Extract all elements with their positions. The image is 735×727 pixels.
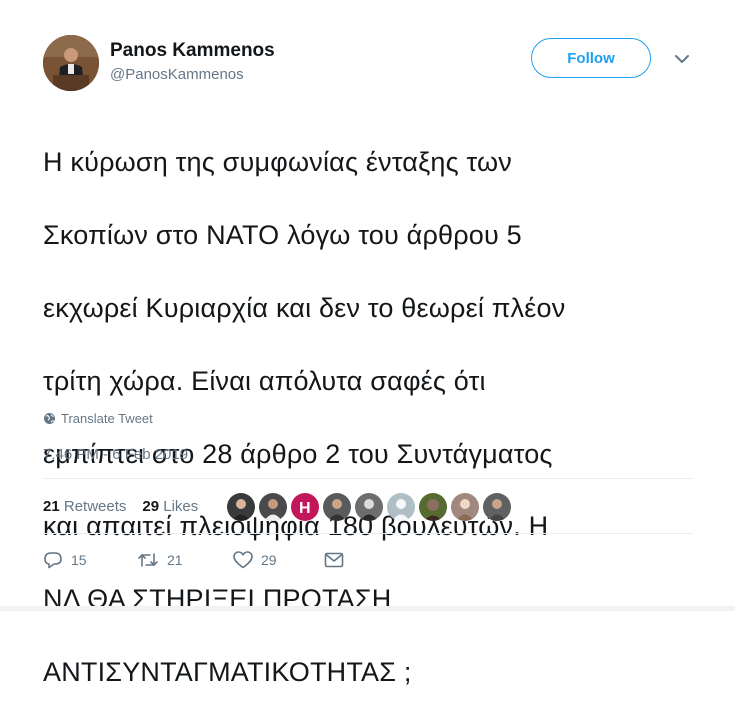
svg-text:H: H	[299, 500, 311, 517]
tweet-text-line: Η κύρωση της συμφωνίας ένταξης των	[43, 147, 512, 178]
chevron-down-icon[interactable]	[673, 52, 691, 66]
liker-avatar[interactable]	[419, 493, 447, 521]
retweet-icon	[138, 553, 158, 567]
follow-button[interactable]: Follow	[531, 38, 651, 78]
liker-avatar[interactable]	[323, 493, 351, 521]
retweets-count: 21	[43, 498, 60, 515]
retweets-stat[interactable]: 21 Retweets	[43, 498, 126, 515]
likes-stat[interactable]: 29 Likes	[142, 498, 198, 515]
translate-label: Translate Tweet	[61, 411, 153, 426]
liker-avatar[interactable]	[451, 493, 479, 521]
retweet-button[interactable]: 21	[137, 551, 233, 569]
tweet-text-line: εκχωρεί Κυριαρχία και δεν το θεωρεί πλέο…	[43, 293, 566, 324]
avatar-photo-icon	[43, 35, 99, 91]
direct-message-button[interactable]	[324, 552, 344, 568]
bottom-bar	[0, 606, 735, 611]
envelope-icon	[324, 552, 344, 568]
tweet-text-line: Σκοπίων στο ΝΑΤΟ λόγω του άρθρου 5	[43, 220, 522, 251]
tweet-stats: 21 Retweets 29 Likes	[43, 498, 198, 515]
retweet-count: 21	[167, 552, 183, 568]
timestamp[interactable]: 7:46 PM - 6 Feb 2019	[43, 446, 188, 463]
reply-count: 15	[71, 552, 87, 568]
tweet-actions: 15 21 29	[43, 551, 344, 569]
likes-count: 29	[142, 498, 160, 515]
liker-avatar[interactable]: H	[291, 493, 319, 521]
divider	[43, 478, 693, 479]
likers-avatars: H	[227, 493, 511, 521]
tweet-text-line: ΝΔ ΘΑ ΣΤΗΡΙΞΕΙ ΠΡΟΤΑΣΗ	[43, 584, 392, 615]
retweets-label: Retweets	[63, 498, 127, 515]
like-count: 29	[261, 552, 277, 568]
divider	[43, 533, 693, 534]
globe-icon	[44, 413, 55, 424]
user-name[interactable]: Panos Kammenos	[110, 40, 275, 62]
liker-avatar[interactable]	[355, 493, 383, 521]
user-handle[interactable]: @PanosKammenos	[110, 66, 244, 83]
liker-avatar[interactable]	[259, 493, 287, 521]
reply-button[interactable]: 15	[43, 551, 137, 569]
liker-avatar[interactable]	[387, 493, 415, 521]
translate-tweet-link[interactable]: Translate Tweet	[43, 411, 153, 426]
tweet-text-line: τρίτη χώρα. Είναι απόλυτα σαφές ότι	[43, 365, 486, 396]
liker-avatar[interactable]	[483, 493, 511, 521]
heart-icon	[233, 551, 253, 569]
reply-icon	[44, 552, 62, 569]
liker-avatar[interactable]	[227, 493, 255, 521]
avatar[interactable]	[43, 35, 99, 91]
likes-label: Likes	[163, 498, 199, 515]
like-button[interactable]: 29	[233, 551, 324, 569]
tweet-text-line: ΑΝΤΙΣΥΝΤΑΓΜΑΤΙΚΟΤΗΤΑΣ ;	[43, 657, 412, 688]
